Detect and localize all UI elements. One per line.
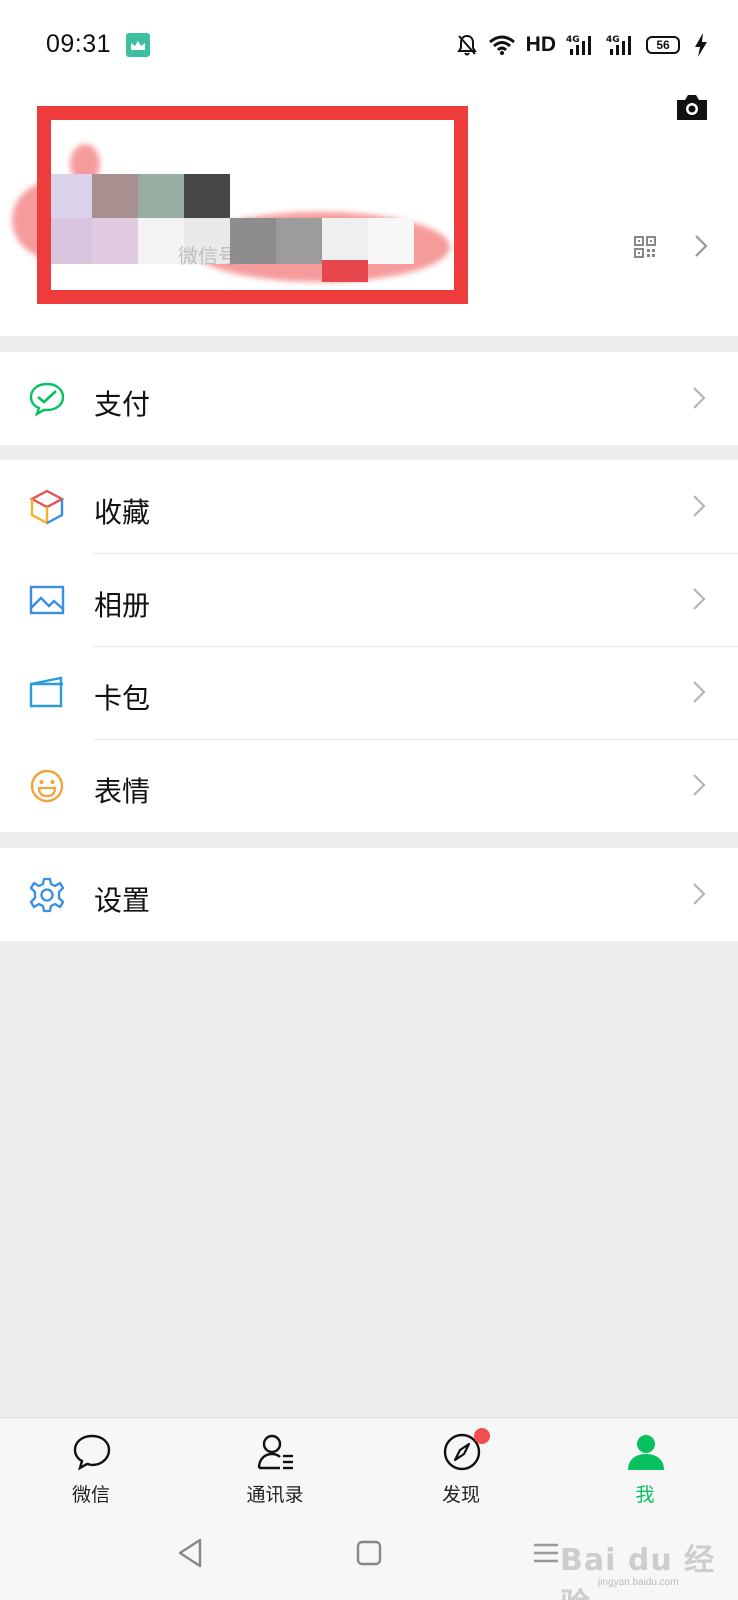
menu-item-stickers[interactable]: 表情 [0, 739, 738, 832]
annotation-frame [37, 106, 468, 304]
system-navigation-bar: Bai du 经验 jingyan.baidu.com [0, 1517, 738, 1600]
tab-label: 微信 [71, 1484, 110, 1506]
notification-dot [474, 1428, 490, 1444]
menu-item-pay[interactable]: 支付 [0, 352, 738, 445]
smiley-icon [30, 769, 64, 803]
svg-text:4G: 4G [566, 35, 580, 45]
tab-contacts[interactable]: 通讯录 [215, 1418, 335, 1518]
pay-icon [29, 382, 65, 417]
chevron-right-icon [693, 774, 706, 796]
chat-bubble-icon [73, 1434, 111, 1471]
tab-label: 我 [635, 1484, 655, 1506]
home-icon[interactable] [355, 1537, 383, 1569]
tab-label: 发现 [441, 1484, 480, 1506]
gallery-notification-icon [126, 33, 150, 57]
services-group: 收藏 相册 卡包 表情 [0, 460, 738, 832]
menu-item-album[interactable]: 相册 [0, 553, 738, 646]
bell-off-icon [456, 34, 477, 56]
menu-label: 卡包 [94, 682, 151, 715]
menu-item-cards[interactable]: 卡包 [0, 646, 738, 739]
pay-group: 支付 [0, 352, 738, 445]
battery-indicator: 56 [646, 36, 680, 54]
contacts-icon [257, 1434, 293, 1470]
qr-code-icon[interactable] [634, 236, 656, 258]
profile-header[interactable]: 微信号 [0, 92, 738, 336]
menu-label: 表情 [94, 775, 151, 808]
chevron-right-icon [693, 588, 706, 610]
favorites-cube-icon [29, 489, 65, 525]
gear-icon [29, 877, 65, 913]
menu-item-favorites[interactable]: 收藏 [0, 460, 738, 553]
signal-icon: 4G [606, 35, 631, 55]
card-wallet-icon [29, 676, 63, 708]
chevron-right-icon [693, 387, 706, 409]
status-indicators: HD 4G 4G 56 [456, 30, 680, 60]
svg-text:4G: 4G [606, 35, 620, 45]
wifi-icon [488, 35, 515, 55]
back-icon[interactable] [176, 1537, 204, 1569]
tab-me[interactable]: 我 [585, 1418, 705, 1518]
menu-label: 收藏 [94, 496, 151, 529]
charging-icon [695, 33, 707, 57]
album-icon [29, 585, 65, 615]
chevron-right-icon [693, 883, 706, 905]
settings-group: 设置 [0, 848, 738, 941]
hd-indicator: HD [525, 33, 556, 56]
camera-icon[interactable] [674, 92, 710, 124]
bottom-tab-bar: 微信 通讯录 发现 我 [0, 1417, 738, 1517]
chevron-right-icon [693, 681, 706, 703]
recents-icon[interactable] [532, 1537, 560, 1569]
tab-chats[interactable]: 微信 [31, 1418, 151, 1518]
tab-discover[interactable]: 发现 [401, 1418, 521, 1518]
tab-label: 通讯录 [246, 1484, 304, 1506]
person-icon [628, 1435, 664, 1470]
status-bar: 09:31 HD 4G 4G 56 [0, 0, 738, 92]
menu-label: 支付 [94, 388, 151, 421]
menu-label: 相册 [94, 589, 151, 622]
signal-icon: 4G [566, 35, 591, 55]
baidu-watermark: Bai du 经验 [560, 1543, 716, 1600]
chevron-right-icon [693, 495, 706, 517]
status-time: 09:31 [46, 30, 112, 58]
watermark-domain: jingyan.baidu.com [598, 1577, 679, 1588]
menu-label: 设置 [94, 884, 151, 917]
chevron-right-icon [695, 235, 708, 257]
menu-item-settings[interactable]: 设置 [0, 848, 738, 941]
